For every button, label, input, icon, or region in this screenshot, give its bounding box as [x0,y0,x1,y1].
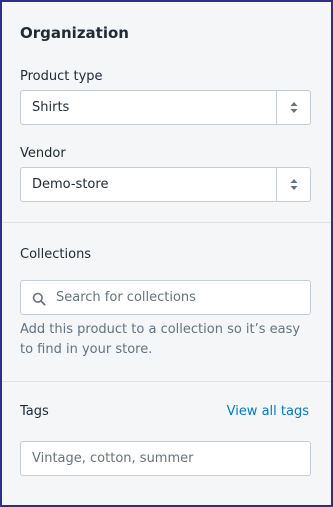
collections-section: Collections Search for collections Add t… [2,223,331,381]
select-arrows-icon[interactable] [276,168,310,201]
view-all-tags-link[interactable]: View all tags [227,404,309,420]
collections-label: Collections [20,247,92,262]
search-icon [32,291,46,310]
tags-placeholder: Vintage, cotton, summer [32,451,194,466]
product-type-value: Shirts [32,100,70,115]
collections-help-text: Add this product to a collection so it’s… [20,322,301,357]
organization-card: Organization Product type Shirts Vendor … [0,0,333,507]
collections-search-input[interactable]: Search for collections [20,280,311,315]
tags-label: Tags [20,404,49,419]
collections-search-placeholder: Search for collections [56,290,196,305]
product-type-select[interactable]: Shirts [20,90,311,125]
section-title: Organization [20,24,129,42]
vendor-select[interactable]: Demo-store [20,167,311,202]
select-arrows-icon[interactable] [276,91,310,124]
organization-section: Organization Product type Shirts Vendor … [2,2,331,222]
tags-input[interactable]: Vintage, cotton, summer [20,441,311,476]
product-type-label: Product type [20,69,103,84]
vendor-value: Demo-store [32,177,109,192]
vendor-label: Vendor [20,146,66,161]
tags-section: Tags View all tags Vintage, cotton, summ… [2,382,331,507]
